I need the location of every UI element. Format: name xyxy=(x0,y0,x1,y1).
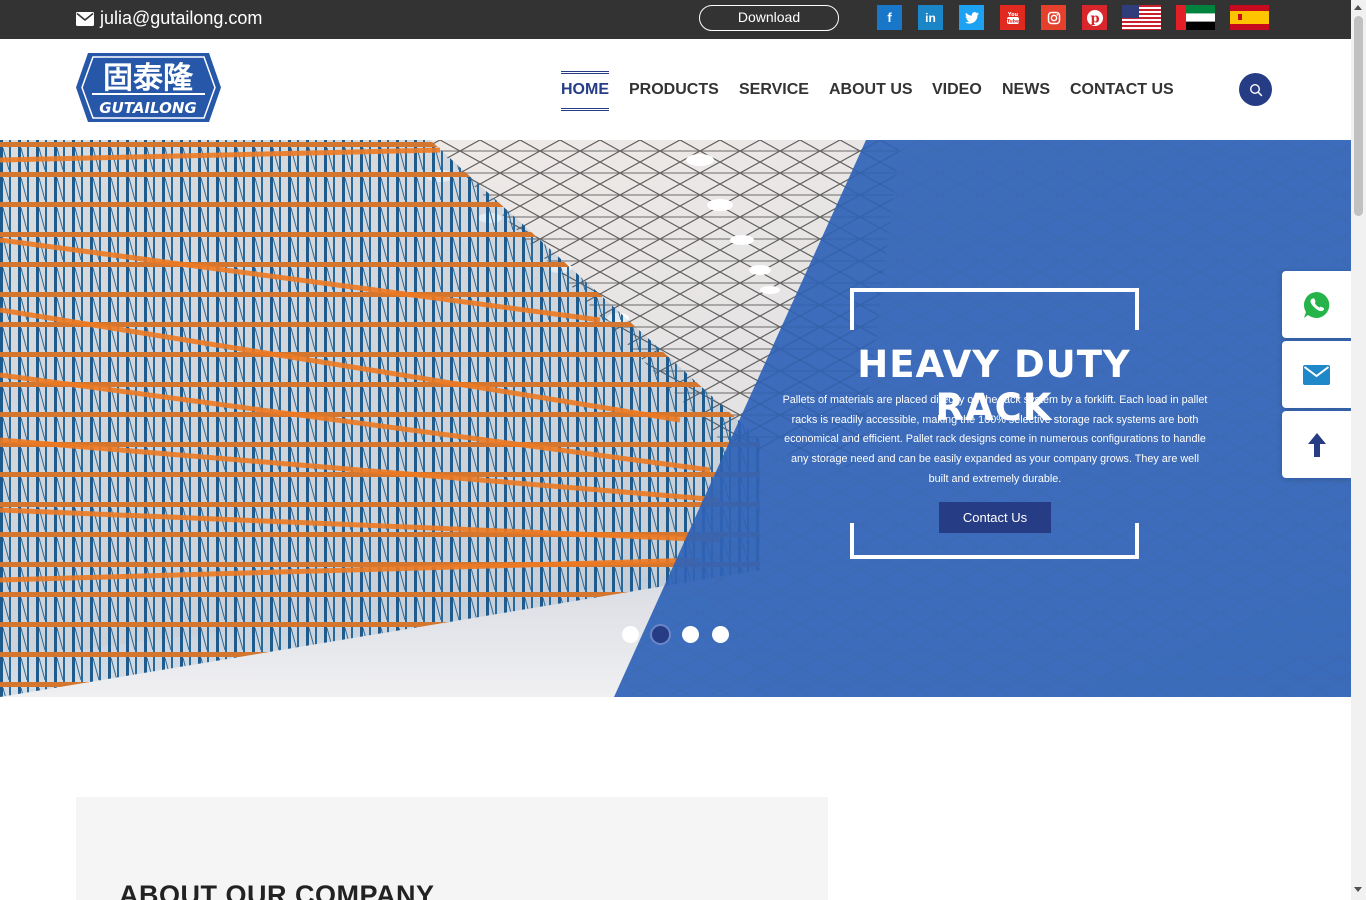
email-icon xyxy=(1303,364,1330,385)
top-bar: julia@gutailong.com Download f in You Tub… xyxy=(0,0,1366,39)
hero-banner: HEAVY DUTY RACK Pallets of materials are… xyxy=(0,140,1351,697)
logo-brand-text: GUTAILONG xyxy=(99,99,196,117)
scroll-down-arrow-icon[interactable] xyxy=(1354,887,1362,892)
uae-flag-icon[interactable] xyxy=(1176,5,1215,30)
back-to-top-button[interactable] xyxy=(1282,411,1351,478)
back-to-top-icon xyxy=(1307,432,1326,457)
email-button[interactable] xyxy=(1282,341,1351,408)
hero-contact-button[interactable]: Contact Us xyxy=(939,502,1051,533)
envelope-icon xyxy=(76,11,94,26)
email-text: julia@gutailong.com xyxy=(100,8,263,28)
facebook-icon[interactable]: f xyxy=(877,5,902,30)
scrollbar-thumb[interactable] xyxy=(1354,16,1363,216)
nav-item-home[interactable]: HOME xyxy=(561,71,609,111)
hero-description: Pallets of materials are placed directly… xyxy=(782,394,1208,485)
whatsapp-button[interactable] xyxy=(1282,271,1351,338)
youtube-icon[interactable]: You Tube xyxy=(1000,5,1025,30)
whatsapp-icon xyxy=(1303,291,1329,318)
slider-dot-3[interactable] xyxy=(682,626,699,643)
nav-item-products[interactable]: PRODUCTS xyxy=(629,71,719,111)
slider-dot-4[interactable] xyxy=(712,626,729,643)
us-flag-icon[interactable] xyxy=(1122,5,1161,30)
twitter-icon[interactable] xyxy=(959,5,984,30)
nav-item-video[interactable]: VIDEO xyxy=(932,71,982,111)
logo-chinese-text: 固泰隆 xyxy=(103,61,194,96)
scroll-up-arrow-icon[interactable] xyxy=(1354,5,1362,10)
about-title: ABOUT OUR COMPANY xyxy=(119,880,435,900)
download-button[interactable]: Download xyxy=(699,5,839,31)
search-icon xyxy=(1249,83,1262,96)
about-section: ABOUT OUR COMPANY xyxy=(76,797,828,900)
gutailong-logo[interactable]: 固泰隆 GUTAILONG xyxy=(76,53,221,122)
pinterest-icon[interactable]: p xyxy=(1082,5,1107,30)
instagram-icon[interactable] xyxy=(1041,5,1066,30)
nav-item-about-us[interactable]: ABOUT US xyxy=(829,71,913,111)
nav-item-contact-us[interactable]: CONTACT US xyxy=(1070,71,1174,111)
email-link[interactable]: julia@gutailong.com xyxy=(76,8,262,29)
svg-text:You: You xyxy=(1006,12,1018,18)
svg-text:Tube: Tube xyxy=(1006,18,1018,24)
spain-flag-icon[interactable] xyxy=(1230,5,1269,30)
site-header: 固泰隆 GUTAILONG HOME PRODUCTS SERVICE ABOU… xyxy=(0,39,1366,140)
search-button[interactable] xyxy=(1239,73,1272,106)
page-scrollbar[interactable] xyxy=(1351,0,1366,900)
nav-item-news[interactable]: NEWS xyxy=(1002,71,1050,111)
svg-text:p: p xyxy=(1090,11,1099,26)
page: julia@gutailong.com Download f in You Tub… xyxy=(0,0,1366,900)
slider-dot-2[interactable] xyxy=(650,624,671,645)
linkedin-icon[interactable]: in xyxy=(918,5,943,30)
nav-item-service[interactable]: SERVICE xyxy=(739,71,809,111)
slider-dot-1[interactable] xyxy=(622,626,639,643)
